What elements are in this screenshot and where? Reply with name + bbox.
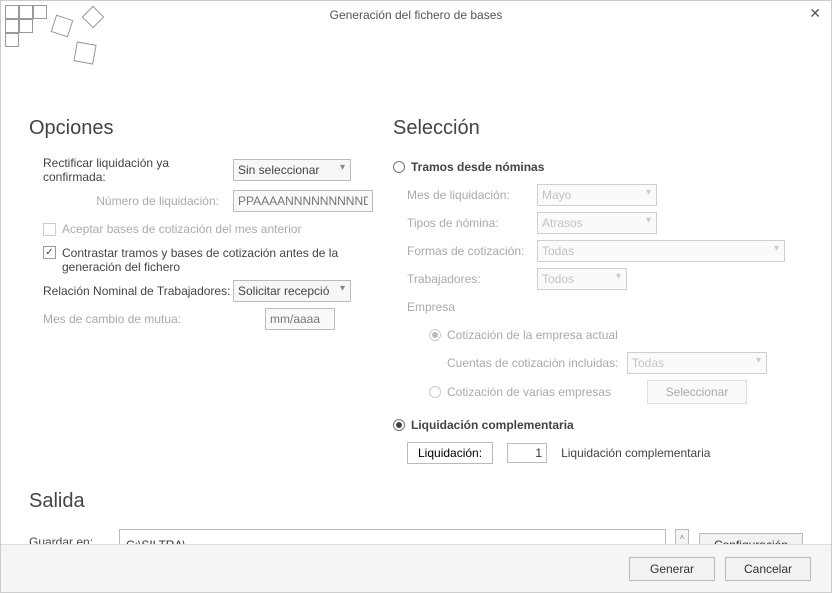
- window-title: Generación del fichero de bases: [330, 8, 503, 22]
- radio-liquidacion-complementaria-label: Liquidación complementaria: [411, 418, 574, 432]
- rnt-select[interactable]: Solicitar recepció: [233, 280, 351, 302]
- mes-liquidacion-label: Mes de liquidación:: [407, 188, 537, 202]
- generar-button[interactable]: Generar: [629, 557, 715, 581]
- cuentas-cotizacion-label: Cuentas de cotización incluidas:: [447, 356, 627, 370]
- tipos-nomina-select: Atrasos: [537, 212, 657, 234]
- radio-cotizacion-varias: [429, 386, 441, 398]
- trabajadores-select: Todos: [537, 268, 627, 290]
- empresa-label: Empresa: [407, 300, 455, 314]
- num-liquidacion-label: Número de liquidación:: [75, 194, 219, 208]
- contrastar-checkbox[interactable]: ✓: [43, 246, 56, 259]
- rectificar-select[interactable]: Sin seleccionar: [233, 159, 351, 181]
- liquidacion-button[interactable]: Liquidación:: [407, 442, 493, 464]
- rectificar-label: Rectificar liquidación ya confirmada:: [43, 156, 233, 184]
- mes-cambio-label: Mes de cambio de mutua:: [43, 312, 265, 326]
- aceptar-bases-checkbox: [43, 223, 56, 236]
- aceptar-bases-label: Aceptar bases de cotización del mes ante…: [62, 222, 301, 236]
- formas-cotizacion-label: Formas de cotización:: [407, 244, 537, 258]
- mes-cambio-input: [265, 308, 335, 330]
- seleccion-heading: Selección: [393, 117, 803, 140]
- trabajadores-label: Trabajadores:: [407, 272, 537, 286]
- formas-cotizacion-select: Todas: [537, 240, 785, 262]
- cuentas-cotizacion-select: Todas: [627, 352, 767, 374]
- radio-tramos-nominas[interactable]: [393, 161, 405, 173]
- radio-liquidacion-complementaria[interactable]: [393, 419, 405, 431]
- dialog-footer: Generar Cancelar: [1, 544, 831, 592]
- tipos-nomina-label: Tipos de nómina:: [407, 216, 537, 230]
- contrastar-label: Contrastar tramos y bases de cotización …: [62, 246, 352, 274]
- liquidacion-number: 1: [507, 443, 547, 463]
- radio-cotizacion-actual-label: Cotización de la empresa actual: [447, 328, 618, 342]
- salida-heading: Salida: [29, 490, 803, 513]
- seleccionar-button: Seleccionar: [647, 380, 747, 404]
- cancelar-button[interactable]: Cancelar: [725, 557, 811, 581]
- opciones-heading: Opciones: [29, 117, 373, 140]
- liquidacion-text: Liquidación complementaria: [561, 446, 710, 460]
- rnt-label: Relación Nominal de Trabajadores:: [43, 284, 233, 298]
- title-bar: Generación del fichero de bases ✕: [1, 1, 831, 29]
- radio-cotizacion-varias-label: Cotización de varias empresas: [447, 385, 647, 399]
- app-logo: [5, 5, 105, 65]
- radio-cotizacion-actual: [429, 329, 441, 341]
- mes-liquidacion-select: Mayo: [537, 184, 657, 206]
- spinner-up-icon[interactable]: ˄: [675, 529, 689, 545]
- num-liquidacion-input: [233, 190, 373, 212]
- radio-tramos-label: Tramos desde nóminas: [411, 160, 544, 174]
- close-icon[interactable]: ✕: [809, 5, 821, 22]
